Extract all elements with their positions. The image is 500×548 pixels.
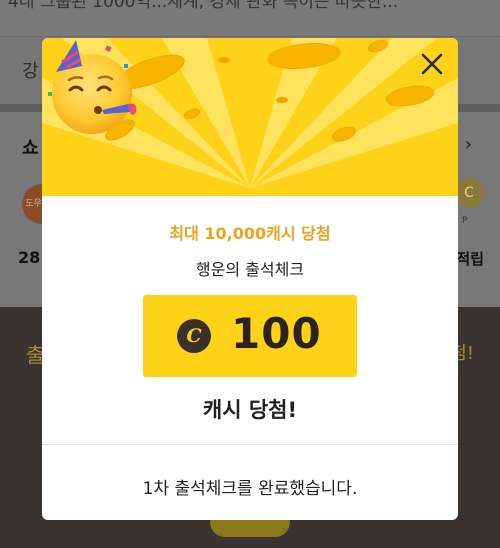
- background-right-label: 적립: [456, 250, 484, 268]
- background-section-title: 쇼: [22, 138, 39, 159]
- coin-icon: CP: [454, 178, 484, 226]
- modal-divider: [42, 444, 458, 445]
- cash-reward-box: C 100: [143, 295, 357, 377]
- chevron-right-icon: ›: [464, 134, 472, 155]
- close-icon: [421, 53, 443, 75]
- hero-banner: [42, 38, 458, 196]
- cash-amount: 100: [231, 309, 322, 358]
- modal-subtitle: 행운의 출석체크: [195, 260, 305, 279]
- background-left-label: 28: [18, 248, 41, 267]
- partying-face-icon: [48, 40, 137, 134]
- background-headline: 4대 그룹된 1000억...새계, 경제 관화 녹이는 따뜻한...: [0, 0, 500, 36]
- close-button[interactable]: [416, 48, 448, 80]
- max-reward-text: 최대 10,000캐시 당첨: [169, 224, 331, 243]
- result-text: 캐시 당첨!: [202, 398, 298, 422]
- background-row-text: 강: [22, 61, 39, 82]
- completion-message: 1차 출석체크를 완료했습니다.: [142, 479, 358, 499]
- cash-coin-icon: C: [177, 319, 211, 353]
- attendance-check-modal: 최대 10,000캐시 당첨 행운의 출석체크 C 100 캐시 당첨! 1차 …: [42, 38, 458, 520]
